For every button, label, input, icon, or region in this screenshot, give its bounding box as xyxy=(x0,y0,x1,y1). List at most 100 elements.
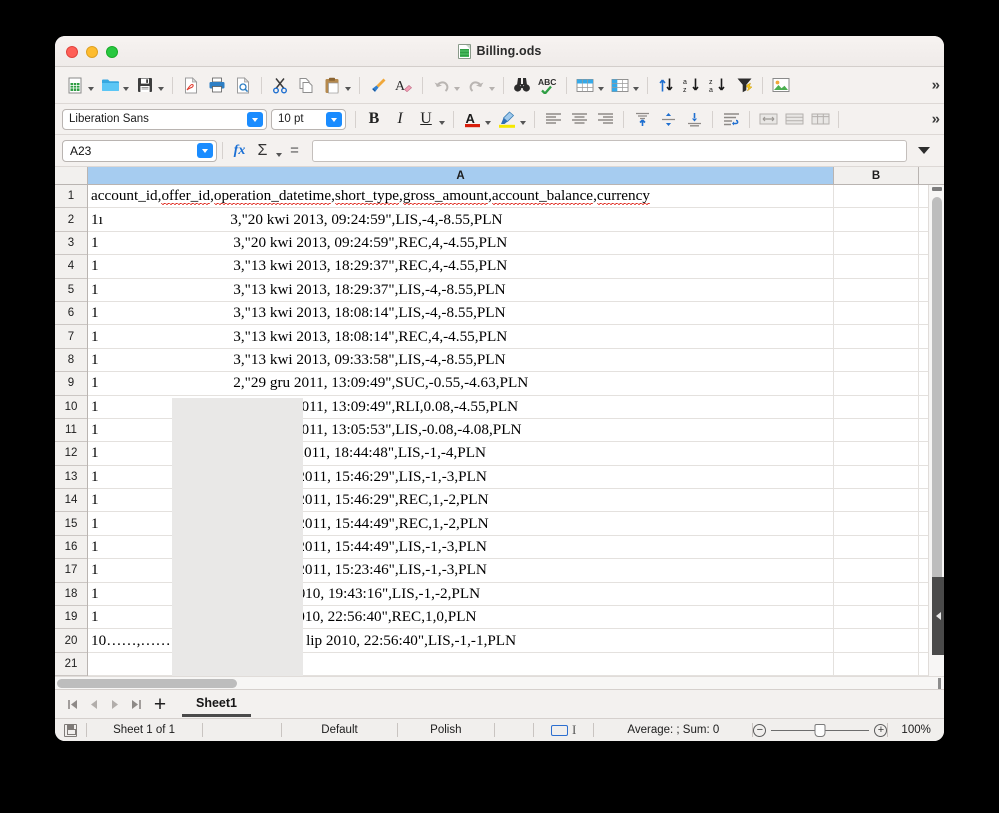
sort-ascending-button[interactable]: a z xyxy=(679,72,705,98)
align-right-button[interactable] xyxy=(592,106,618,132)
select-function-icon[interactable]: Σ xyxy=(251,140,274,162)
cell-column-b[interactable] xyxy=(834,418,919,442)
maximize-button[interactable] xyxy=(106,45,118,58)
horizontal-scrollbar-thumb[interactable] xyxy=(57,679,237,688)
row-header[interactable]: 3 xyxy=(55,231,87,256)
cell-column-a[interactable]: 1 2,"22 gru 2011, 13:05:53",LIS,-0.08,-4.… xyxy=(88,418,834,442)
row-header[interactable]: 11 xyxy=(55,418,87,443)
wrap-text-button[interactable] xyxy=(718,106,744,132)
cell-column-a[interactable]: 1 9,"11 sie 2010, 19:43:16",LIS,-1,-2,PLN xyxy=(88,582,834,606)
horizontal-scrollbar[interactable] xyxy=(55,676,944,689)
sheet-tab-sheet1[interactable]: Sheet1 xyxy=(182,691,251,717)
name-box[interactable]: A23 xyxy=(62,139,217,162)
next-sheet-button[interactable] xyxy=(104,693,125,715)
save-document-dropdown-icon[interactable] xyxy=(156,74,165,96)
language-label[interactable]: Polish xyxy=(398,719,494,741)
cell-column-a[interactable]: 10……,……… 7,"27 lip 2010, 22:56:40",LIS,-1… xyxy=(88,629,834,652)
undo-button[interactable] xyxy=(428,72,463,98)
cell-column-b[interactable] xyxy=(834,442,919,465)
print-preview-button[interactable] xyxy=(230,72,256,98)
print-button[interactable] xyxy=(204,72,230,98)
row-header[interactable]: 18 xyxy=(55,582,87,607)
formula-input-line[interactable] xyxy=(312,139,907,162)
row-header[interactable]: 9 xyxy=(55,372,87,396)
insert-row-button[interactable] xyxy=(572,72,607,98)
cell-column-b[interactable] xyxy=(834,489,919,512)
open-document-button[interactable] xyxy=(97,72,132,98)
row-header[interactable]: 10 xyxy=(55,395,87,419)
font-size-dropdown-icon[interactable] xyxy=(326,111,342,127)
cell-column-a[interactable]: 1 3,"13 kwi 2013, 09:33:58",LIS,-4,-8.55,… xyxy=(88,348,834,372)
row-header[interactable]: 5 xyxy=(55,278,87,302)
cell-column-a[interactable]: 1 1,"15 mar 2011, 15:23:46",LIS,-1,-3,PLN xyxy=(88,559,834,582)
zoom-slider-knob[interactable] xyxy=(814,723,826,737)
redo-button[interactable] xyxy=(463,72,498,98)
zoom-slider[interactable]: − + xyxy=(753,719,888,741)
cell-column-b[interactable] xyxy=(834,301,919,325)
insert-column-dropdown-icon[interactable] xyxy=(631,74,640,96)
row-header[interactable]: 21 xyxy=(55,652,87,676)
merge-and-center-button[interactable] xyxy=(781,106,807,132)
cell-column-b[interactable] xyxy=(834,185,919,208)
align-vcenter-button[interactable] xyxy=(655,106,681,132)
save-document-button[interactable] xyxy=(132,72,167,98)
paste-dropdown-icon[interactable] xyxy=(343,74,352,96)
zoom-slider-track[interactable] xyxy=(771,723,870,737)
export-as-pdf-button[interactable] xyxy=(178,72,204,98)
zoom-percent-label[interactable]: 100% xyxy=(888,719,944,741)
bold-button[interactable]: B xyxy=(361,106,387,132)
align-bottom-button[interactable] xyxy=(681,106,707,132)
row-header[interactable]: 8 xyxy=(55,348,87,373)
align-top-button[interactable] xyxy=(629,106,655,132)
font-size-input[interactable]: 10 pt xyxy=(271,108,346,130)
cell-column-b[interactable] xyxy=(834,208,919,231)
expand-formula-bar-icon[interactable] xyxy=(911,140,937,162)
cell-column-a[interactable]: 1ı 3,"20 kwi 2013, 09:24:59",LIS,-4,-8.55… xyxy=(88,208,834,231)
clone-formatting-button[interactable] xyxy=(365,72,391,98)
horizontal-split-handle[interactable] xyxy=(938,678,941,689)
undo-dropdown-icon[interactable] xyxy=(452,74,461,96)
cell-column-a[interactable]: 1 1,"15 mar 2011, 15:46:29",REC,1,-2,PLN xyxy=(88,489,834,512)
font-name-dropdown-icon[interactable] xyxy=(247,111,263,127)
cell-column-b[interactable] xyxy=(834,652,919,676)
zoom-in-button[interactable]: + xyxy=(874,723,888,737)
select-all-corner[interactable] xyxy=(55,167,88,184)
row-header[interactable]: 6 xyxy=(55,301,87,326)
formula-equals-icon[interactable]: = xyxy=(283,140,306,162)
row-header[interactable]: 12 xyxy=(55,442,87,466)
document-modified-icon[interactable] xyxy=(55,719,86,741)
cell-column-b[interactable] xyxy=(834,465,919,489)
cell-column-b[interactable] xyxy=(834,348,919,372)
sidebar-toggle-button[interactable] xyxy=(932,577,944,655)
align-left-button[interactable] xyxy=(540,106,566,132)
cell-column-a[interactable]: 1 3,"13 kwi 2013, 18:08:14",LIS,-4,-8.55,… xyxy=(88,301,834,325)
column-header-b[interactable]: B xyxy=(834,167,919,184)
insert-row-dropdown-icon[interactable] xyxy=(596,74,605,96)
row-header[interactable]: 20 xyxy=(55,629,87,653)
new-document-button[interactable] xyxy=(62,72,97,98)
cell-column-b[interactable] xyxy=(834,535,919,559)
cell-column-a[interactable]: 1 2,"29 gru 2011, 13:09:49",SUC,-0.55,-4.… xyxy=(88,372,834,395)
cell-column-a[interactable]: 1 8,"12 kwi 2011, 18:44:48",LIS,-1,-4,PLN xyxy=(88,442,834,465)
previous-sheet-button[interactable] xyxy=(83,693,104,715)
first-sheet-button[interactable] xyxy=(62,693,83,715)
cut-button[interactable] xyxy=(267,72,293,98)
unmerge-cells-button[interactable] xyxy=(807,106,833,132)
row-header[interactable]: 19 xyxy=(55,606,87,630)
cell-column-a[interactable]: 1 7,"27 lip 2010, 22:56:40",REC,1,0,PLN xyxy=(88,606,834,629)
row-header[interactable]: 4 xyxy=(55,255,87,279)
font-color-dropdown-icon[interactable] xyxy=(483,108,492,130)
select-function-dropdown-icon[interactable] xyxy=(274,140,283,162)
insert-column-button[interactable] xyxy=(607,72,642,98)
cell-column-a[interactable] xyxy=(88,652,834,676)
last-sheet-button[interactable] xyxy=(125,693,146,715)
cell-column-a[interactable]: 1 3,"13 kwi 2013, 18:08:14",REC,4,-4.55,P… xyxy=(88,325,834,348)
cell-column-b[interactable] xyxy=(834,582,919,606)
cell-column-b[interactable] xyxy=(834,606,919,629)
align-center-button[interactable] xyxy=(566,106,592,132)
paste-button[interactable] xyxy=(319,72,354,98)
cell-column-a[interactable]: 1 3,"13 kwi 2013, 18:29:37",REC,4,-4.55,P… xyxy=(88,255,834,278)
row-header[interactable]: 16 xyxy=(55,535,87,560)
close-button[interactable] xyxy=(66,45,78,58)
cell-column-b[interactable] xyxy=(834,512,919,535)
